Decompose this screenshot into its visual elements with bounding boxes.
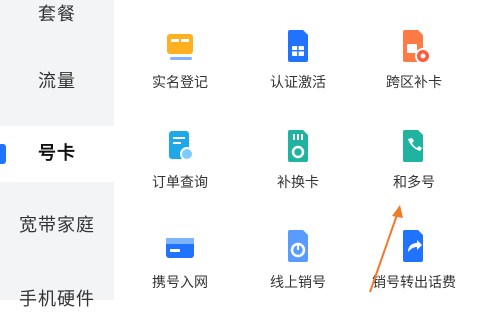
annotation-arrow: [369, 205, 403, 293]
sidebar-item-label: 号卡: [38, 143, 76, 164]
sidebar-item-label: 流量: [38, 71, 76, 92]
active-indicator: [0, 144, 6, 164]
sidebar-item-hardware[interactable]: 手机硬件: [0, 280, 114, 320]
sidebar-item-label: 宽带家庭: [19, 215, 95, 236]
sidebar-item-broadband[interactable]: 宽带家庭: [0, 206, 114, 246]
service-grid: 实名登记 认证激活 跨区补卡 订单查询 补换卡 和多号 携号入网 线上销号 销号…: [114, 0, 480, 300]
sidebar-item-package[interactable]: 套餐: [0, 0, 114, 40]
sidebar-item-label: 套餐: [38, 4, 76, 25]
category-sidebar: 套餐 流量 号卡 宽带家庭 手机硬件: [0, 0, 114, 310]
sidebar-item-data[interactable]: 流量: [0, 62, 114, 102]
sidebar-item-number-card[interactable]: 号卡: [0, 126, 114, 182]
